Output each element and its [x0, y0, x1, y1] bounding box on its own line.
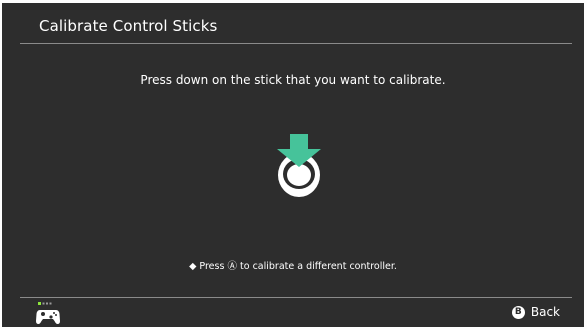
hint-suffix: to calibrate a different controller.: [240, 261, 397, 272]
back-label: Back: [530, 305, 560, 319]
pro-controller-icon: [36, 302, 60, 324]
b-button-icon: B: [511, 305, 525, 319]
header-divider: [20, 43, 572, 44]
hint-prefix: Press: [199, 261, 225, 272]
stick-press-down-icon: [277, 134, 321, 197]
a-button-icon: Ⓐ: [227, 261, 237, 272]
instruction-text: Press down on the stick that you want to…: [140, 73, 446, 87]
hint-bullet: ◆: [189, 261, 197, 272]
footer-divider: [20, 297, 572, 298]
hint-text: ◆ Press Ⓐ to calibrate a different contr…: [2, 258, 584, 272]
page-title: Calibrate Control Sticks: [39, 17, 218, 35]
back-button[interactable]: B Back: [511, 305, 560, 319]
calibrate-sticks-screen: Calibrate Control Sticks Press down on t…: [2, 3, 584, 327]
